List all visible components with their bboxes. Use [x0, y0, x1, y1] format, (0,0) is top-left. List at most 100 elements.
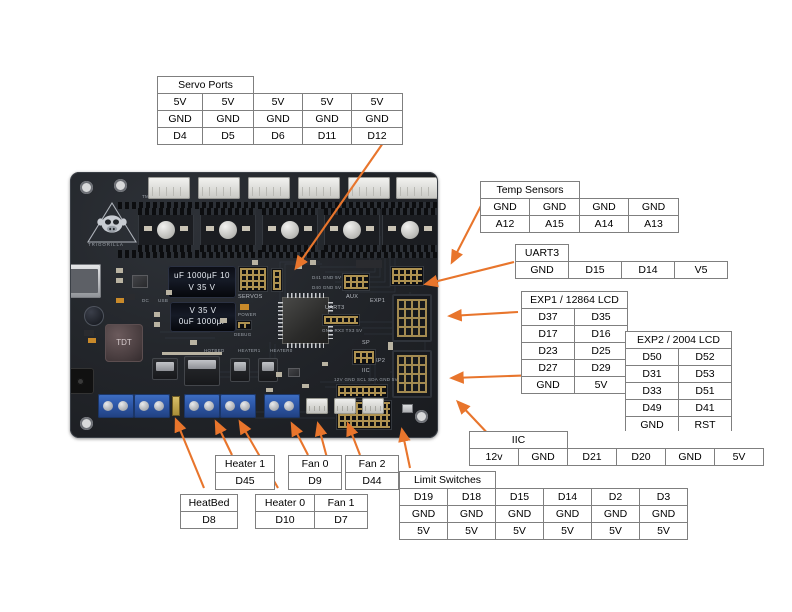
driver-ic	[288, 368, 300, 377]
exp1-title: EXP1 / 12864 LCD	[521, 291, 628, 309]
uart3-silkscreen: UART3	[325, 305, 345, 311]
stepper-driver-socket	[200, 208, 256, 252]
mounting-hole	[415, 410, 428, 423]
cell: D15	[568, 261, 622, 279]
servos-silkscreen: SERVOS	[238, 294, 263, 300]
cell: GND	[302, 110, 352, 128]
debug-header	[236, 320, 252, 330]
smd-component	[266, 388, 273, 392]
aux-pins-silkscreen-1: D41 GND 5V	[312, 275, 342, 280]
smd-component	[296, 264, 302, 269]
smd-component	[322, 362, 328, 366]
bulk-capacitor: uF 1000µF 10 V 35 V	[168, 266, 236, 298]
cell: GND	[628, 198, 679, 216]
power-inductor: TDT	[105, 324, 143, 362]
heatbed-value: D8	[180, 511, 238, 529]
sp-silkscreen: SP	[362, 340, 370, 346]
fan0-table: Fan 0 D9	[288, 455, 342, 490]
reset-button[interactable]	[402, 404, 413, 413]
heatbed-terminal	[134, 394, 170, 418]
cell: D19	[399, 488, 448, 506]
inductor-label: TDT	[116, 338, 132, 347]
cell: D2	[591, 488, 640, 506]
smd-component	[116, 298, 124, 303]
cell: 5V	[714, 448, 764, 466]
cell: D35	[574, 308, 628, 326]
cell: GND	[447, 505, 496, 523]
smd-component	[116, 268, 123, 273]
mounting-hole	[114, 179, 127, 192]
cell: GND	[639, 505, 688, 523]
cell: GND	[480, 198, 530, 216]
heater-terminal	[220, 394, 256, 418]
mosfet	[152, 358, 178, 380]
servo-ports-title: Servo Ports	[157, 76, 254, 94]
cell: 5V	[202, 93, 254, 111]
smd-component	[310, 260, 316, 265]
cell: GND	[521, 376, 575, 394]
servos-header-extra	[271, 268, 283, 292]
cell: A12	[480, 215, 530, 233]
uart3-table: UART3 GND D15 D14 V5	[515, 244, 728, 279]
stepper-driver-socket	[324, 208, 380, 252]
mosfet	[258, 358, 278, 382]
smd-component	[154, 312, 160, 317]
cell: 5V	[157, 93, 203, 111]
aux-header	[342, 273, 370, 291]
iic-title: IIC	[469, 431, 568, 449]
power-silkscreen: POWER	[238, 312, 257, 317]
heater0-silkscreen: HEATER0	[270, 348, 293, 353]
cell: GND	[543, 505, 592, 523]
fuse	[172, 396, 180, 416]
mosfet	[184, 356, 220, 386]
heater0-title: Heater 0	[255, 494, 315, 512]
smd-component	[166, 290, 172, 295]
cell: 5V	[302, 93, 352, 111]
smd-component	[126, 294, 135, 300]
cell: D51	[678, 382, 732, 400]
mounting-hole	[418, 181, 431, 194]
cell: GND	[591, 505, 640, 523]
iic-silkscreen: IIC	[362, 368, 370, 374]
servo-ports-table: Servo Ports 5V 5V 5V 5V 5V GND GND GND G…	[157, 76, 403, 145]
exp1-silkscreen: EXP1	[370, 298, 386, 304]
heatbed-title: HeatBed	[180, 494, 238, 512]
cell: D31	[625, 365, 679, 383]
cell: D41	[678, 399, 732, 417]
temp-sensors-table: Temp Sensors GND GND GND GND A12 A15 A14…	[480, 181, 679, 233]
stepper-motor-connector	[298, 177, 340, 199]
cell: V5	[674, 261, 728, 279]
exp1-table: EXP1 / 12864 LCD D37 D35 D17 D16 D23 D25…	[521, 291, 628, 394]
cell: GND	[529, 198, 580, 216]
heatbed-table: HeatBed D8	[180, 494, 238, 529]
diagram-canvas: TM TRIGORILLA TDT uF 1000µF 10 V 35 V V …	[0, 0, 792, 612]
cell: GND	[518, 448, 568, 466]
cell: D50	[625, 348, 679, 366]
exp2-box-header	[392, 350, 432, 398]
capacitor2-label-line1: V 35 V	[189, 306, 217, 315]
heater1-silkscreen: HEATER1	[238, 348, 261, 353]
cell: D11	[302, 127, 352, 145]
mosfet	[230, 358, 250, 382]
temp-sensors-title: Temp Sensors	[480, 181, 580, 199]
smd-component	[162, 352, 222, 355]
hotbed-silkscreen: HOTBED	[204, 348, 225, 353]
fan1-table: Fan 1 D7	[314, 494, 368, 529]
smd-component	[388, 342, 393, 350]
smd-component	[154, 322, 160, 327]
heater0-value: D10	[255, 511, 315, 529]
driver-pin-strip-top	[118, 202, 438, 209]
fan1-title: Fan 1	[314, 494, 368, 512]
cell: D14	[621, 261, 675, 279]
fan2-title: Fan 2	[345, 455, 399, 473]
aux-pins-silkscreen-2: D40 GND 5V	[312, 285, 342, 290]
mounting-hole	[80, 417, 93, 430]
microcontroller-chip	[278, 293, 333, 348]
stepper-motor-connector	[198, 177, 240, 199]
heater-terminal	[264, 394, 300, 418]
fan-connector	[306, 398, 328, 414]
cell: D37	[521, 308, 575, 326]
heater-terminal	[184, 394, 220, 418]
logo-wordmark: TRIGORILLA	[88, 242, 124, 247]
heater1-table: Heater 1 D45	[215, 455, 275, 490]
